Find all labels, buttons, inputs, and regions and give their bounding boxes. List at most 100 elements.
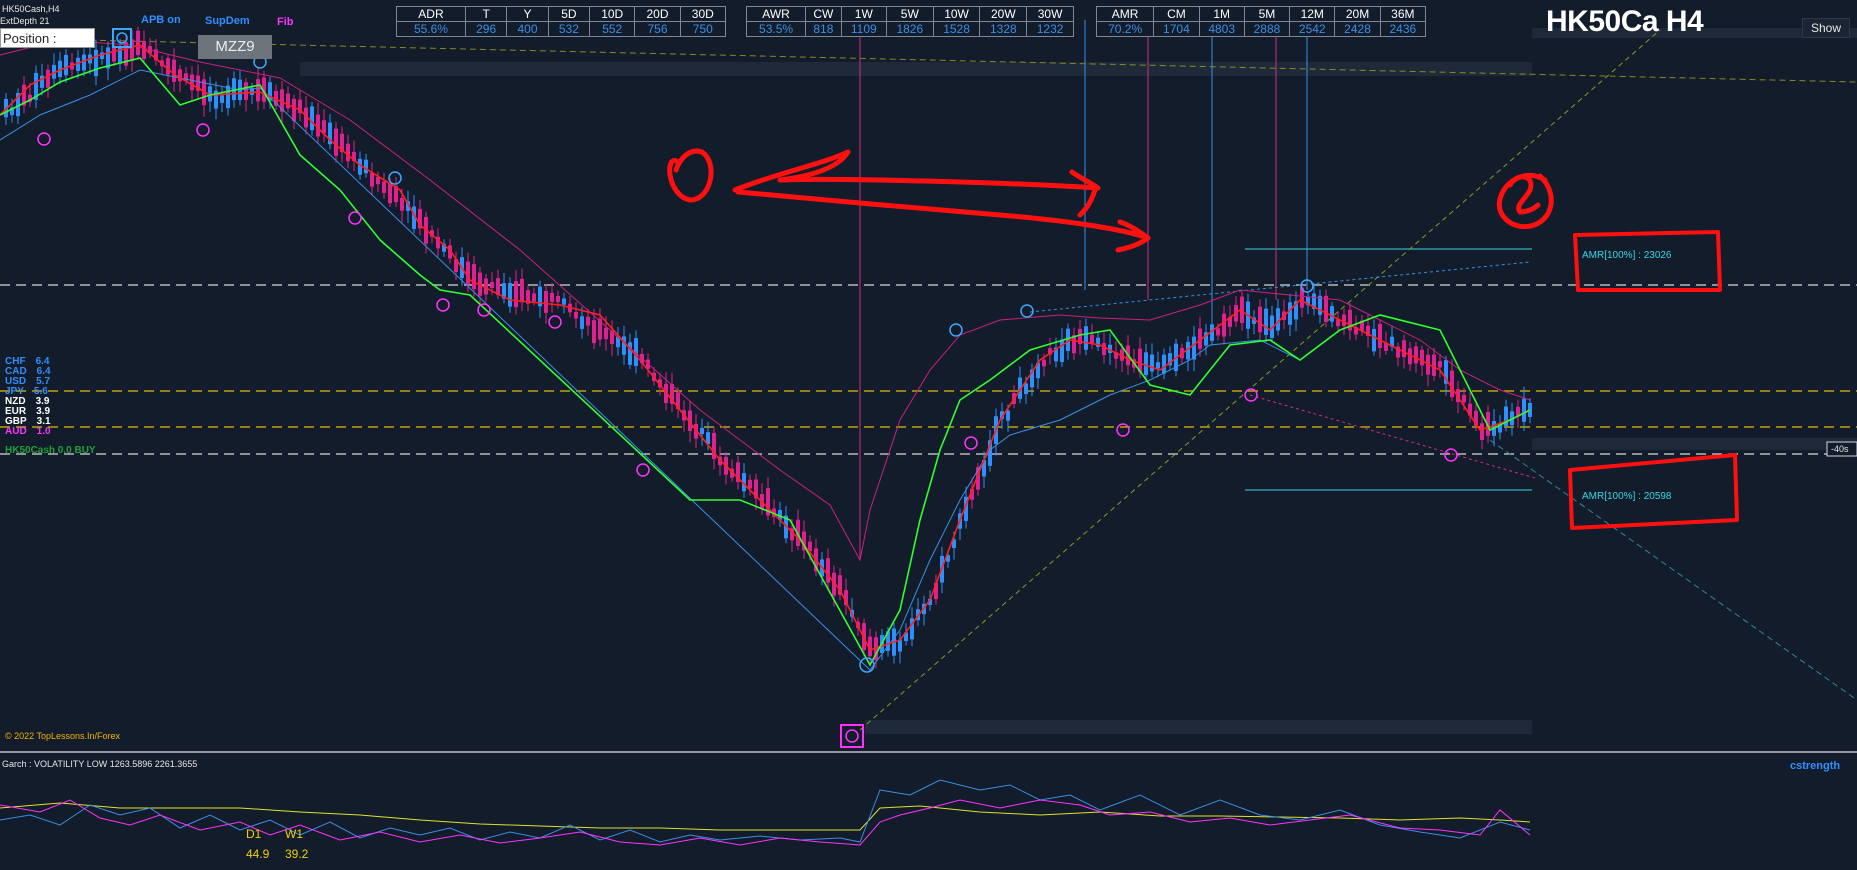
d1-label: D1 (246, 827, 262, 841)
cell: 20M (1334, 6, 1381, 22)
annotation-box-upper (1573, 230, 1722, 292)
candle-body (1288, 302, 1292, 325)
candle-body (1438, 361, 1442, 368)
cell: 5M (1243, 6, 1291, 22)
range-table-monthly: AMR CM 1M 5M 12M 20M 36M 70.2% 1704 4803 2888 2542… (1095, 6, 1427, 37)
cell: 1826 (885, 21, 934, 37)
candle-body (64, 54, 68, 76)
cell: 30D (679, 6, 727, 22)
cell: 1232 (1026, 21, 1074, 37)
cell: 20W (979, 6, 1028, 22)
apb-toggle[interactable]: APB on (141, 14, 181, 26)
cell: 2428 (1334, 21, 1381, 37)
cell: 400 (506, 21, 549, 37)
trendline-yellow (859, 29, 1661, 731)
fib-toggle[interactable]: Fib (277, 16, 294, 28)
candle-body (604, 327, 608, 340)
garch-label: Garch : VOLATILITY LOW 1263.5896 2261.36… (2, 759, 198, 769)
cell: 2888 (1243, 21, 1291, 37)
symbol-line-1: HK50Cash,H4 (2, 4, 60, 14)
candle-body (1402, 340, 1406, 358)
candle-body (190, 74, 194, 91)
candle-body (1024, 383, 1028, 395)
demand-zone-bottom (865, 720, 1532, 734)
candle-body (562, 298, 566, 305)
candle-body (1102, 343, 1106, 356)
cell: 818 (805, 21, 842, 37)
cell: 2436 (1379, 21, 1427, 37)
ma-lower-blue (0, 69, 1301, 671)
currency-strength-list: CHF 6.4 CAD 6.4 USD 5.7 JPY 5.6 NZD 3.9 EUR 3.9 GBP 3… (5, 357, 51, 437)
candle-body (370, 172, 374, 187)
candle-body (1450, 370, 1454, 398)
candle-body (1090, 334, 1094, 344)
candle-body (580, 316, 584, 329)
candle-body (700, 427, 704, 435)
candle-body (226, 85, 230, 109)
supdem-toggle[interactable]: SupDem (205, 15, 250, 27)
candle-body (292, 98, 296, 121)
candle-body (1432, 354, 1436, 376)
candle-body (586, 316, 590, 326)
cell: 756 (634, 21, 681, 37)
cell: 10D (589, 6, 636, 22)
cell: 5W (885, 6, 934, 22)
hand-annotation-2 (1496, 172, 1554, 230)
cell: 10W (932, 6, 981, 22)
position-button[interactable]: Position : (0, 28, 95, 48)
cell: 296 (464, 21, 508, 37)
garch-line-blue (0, 779, 1531, 843)
cell: 1328 (979, 21, 1028, 37)
candle-body (1522, 398, 1526, 422)
currency-value: 1.0 (36, 426, 51, 437)
price-chart[interactable] (0, 0, 1857, 870)
cell: 1109 (840, 21, 887, 37)
w1-label: W1 (285, 827, 303, 841)
signal-text: HK50Cash 0.0 BUY (5, 445, 96, 456)
garch-line-yellow (0, 802, 1531, 831)
mzz-button[interactable]: MZZ9 (198, 35, 272, 59)
cell: 552 (589, 21, 636, 37)
cell: 5D (547, 6, 591, 22)
candle-body (550, 292, 554, 302)
candle-body (322, 120, 326, 134)
trendline-blue (1029, 261, 1531, 313)
cell: 1W (840, 6, 887, 22)
cell: 30W (1026, 6, 1074, 22)
candle-body (382, 181, 386, 193)
candle-body (1324, 295, 1328, 323)
candle-body (898, 639, 902, 652)
cell: 2542 (1289, 21, 1336, 37)
cell: AWR (745, 6, 807, 22)
candle-body (94, 49, 98, 77)
candle-body (1420, 349, 1424, 366)
amr-lower-label: AMR[100%] : 20598 (1582, 491, 1672, 502)
cell: ADR (396, 6, 466, 22)
chart-title: HK50Ca H4 (1546, 5, 1704, 38)
candle-body (1318, 295, 1322, 315)
copyright-text: © 2022 TopLessons.In/Forex (5, 731, 121, 741)
ma-fast-green (0, 57, 1531, 667)
candle-body (46, 69, 50, 88)
d1-value: 44.9 (246, 847, 270, 861)
symbol-line-2: ExtDepth 21 (0, 16, 50, 26)
candle-body (1258, 306, 1262, 333)
candle-body (574, 311, 578, 319)
candle-body (544, 290, 548, 313)
ma-fast-red (0, 44, 1531, 651)
candle-body (256, 79, 260, 102)
currency-name: AUD (5, 426, 27, 437)
range-table-weekly: AWR CW 1W 5W 10W 20W 30W 53.5% 818 1109 1826 1528 1… (745, 6, 1074, 37)
candle-body (334, 128, 338, 156)
hand-annotation-1 (667, 148, 1151, 253)
garch-line-magenta (0, 799, 1531, 846)
candle-body (166, 58, 170, 75)
show-button[interactable]: Show (1802, 18, 1851, 38)
currency-row-aud: AUD 1.0 (5, 427, 51, 437)
amr-upper-label: AMR[100%] : 23026 (1582, 250, 1672, 261)
candle-body (1156, 362, 1160, 369)
price-tag: -40s (1831, 444, 1849, 454)
candle-body (556, 295, 560, 303)
candle-body (1414, 346, 1418, 364)
cell: 1M (1198, 6, 1245, 22)
